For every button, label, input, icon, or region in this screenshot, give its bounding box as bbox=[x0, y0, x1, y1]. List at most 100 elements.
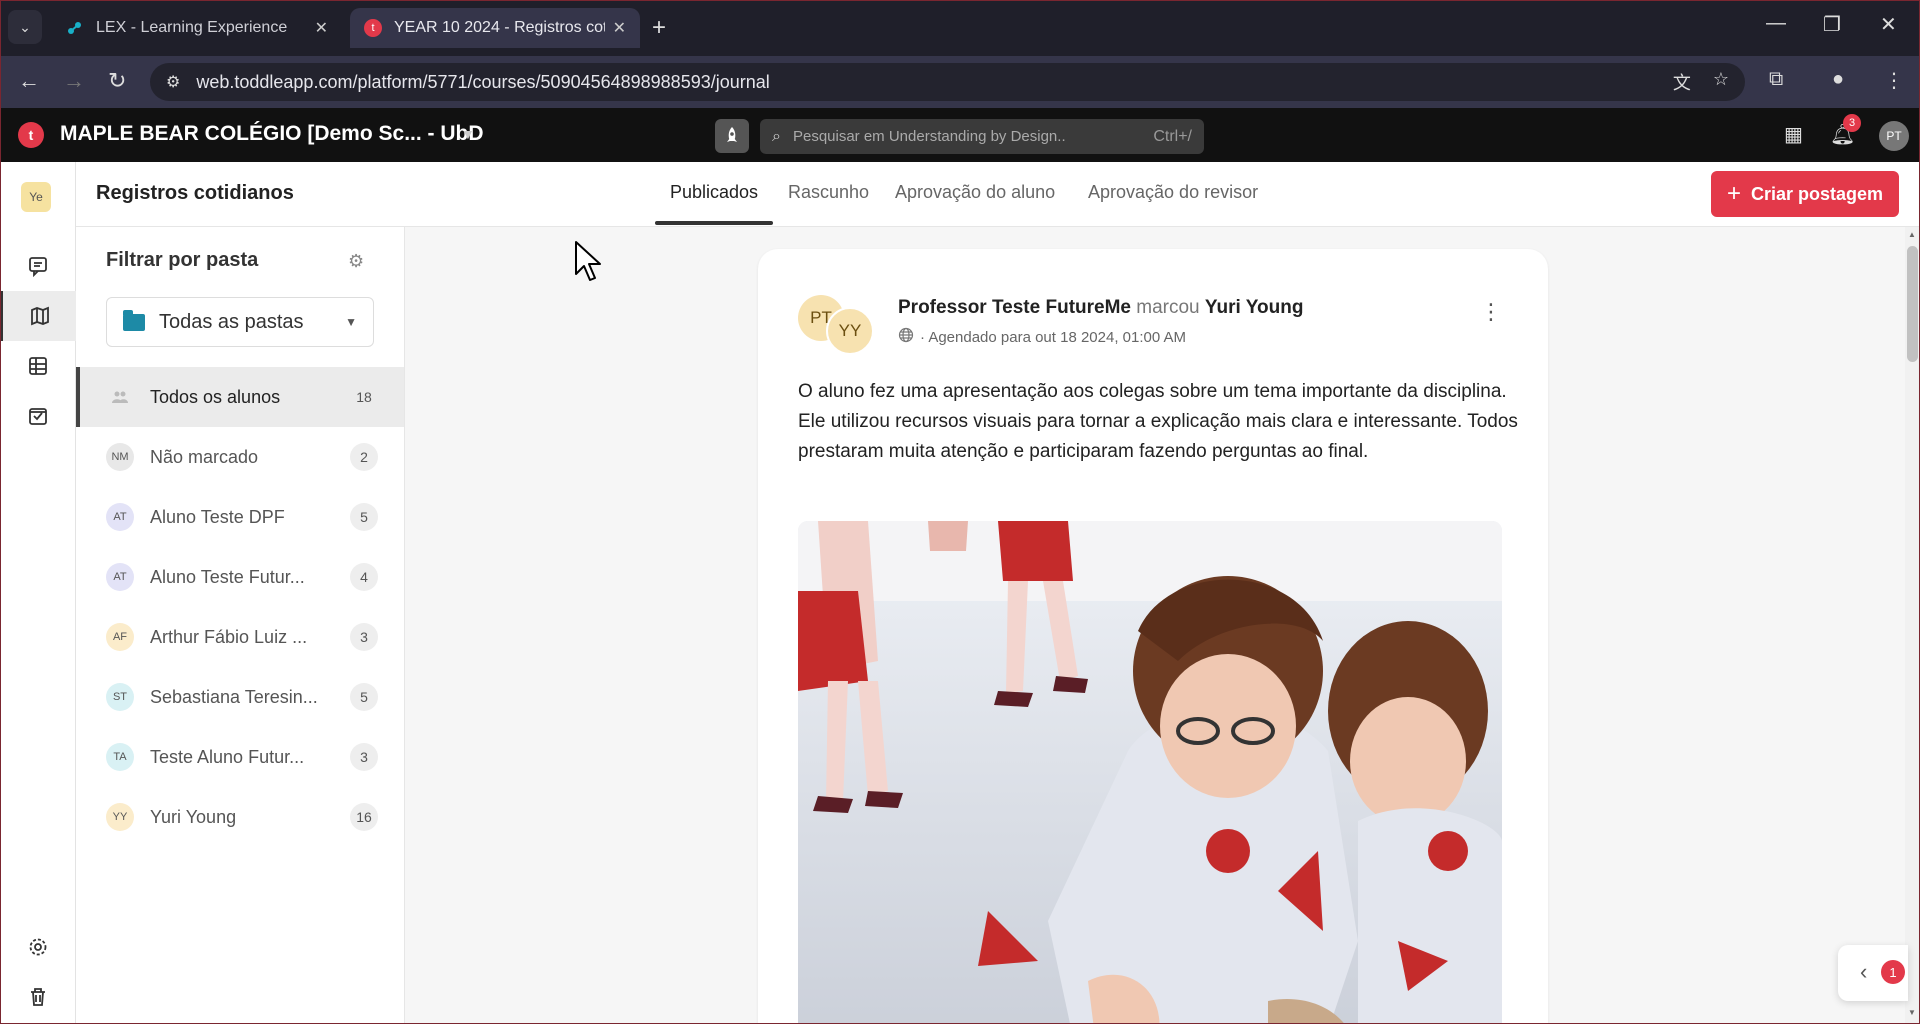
more-options-icon[interactable]: ⋮ bbox=[1480, 299, 1502, 325]
extensions-icon[interactable]: ⧉ bbox=[1769, 68, 1783, 91]
tagged-student-avatar[interactable]: YY bbox=[826, 307, 874, 355]
address-bar[interactable]: ⚙ web.toddleapp.com/platform/5771/course… bbox=[150, 63, 1745, 101]
post-text: O aluno fez uma apresentação aos colegas… bbox=[798, 381, 1518, 462]
toddle-logo[interactable]: t bbox=[18, 122, 44, 148]
close-icon[interactable]: ✕ bbox=[613, 18, 626, 38]
post-photo[interactable] bbox=[798, 521, 1502, 1024]
back-icon[interactable]: ← bbox=[18, 68, 40, 94]
scroll-down-icon[interactable]: ▼ bbox=[1908, 1008, 1916, 1017]
student-filter-item[interactable]: NM Não marcado 2 bbox=[76, 427, 404, 487]
star-icon[interactable]: ☆ bbox=[1713, 69, 1729, 95]
tab-rascunho[interactable]: Rascunho bbox=[788, 182, 869, 203]
post-count-badge: 5 bbox=[350, 683, 378, 711]
new-tab-icon[interactable]: + bbox=[652, 14, 666, 42]
student-name: Não marcado bbox=[150, 446, 259, 467]
tab-aprovacao-revisor[interactable]: Aprovação do revisor bbox=[1088, 182, 1258, 203]
site-info-icon[interactable]: ⚙ bbox=[166, 72, 180, 92]
browser-toolbar: ← → ↻ ⚙ web.toddleapp.com/platform/5771/… bbox=[0, 56, 1920, 108]
post-count-badge: 2 bbox=[350, 443, 378, 471]
reload-icon[interactable]: ↻ bbox=[108, 68, 126, 94]
post-tagged-student[interactable]: Yuri Young bbox=[1205, 297, 1304, 318]
student-filter-item[interactable]: AT Aluno Teste Futur... 4 bbox=[76, 547, 404, 607]
post-count-badge: 3 bbox=[350, 623, 378, 651]
student-filter-item[interactable]: AT Aluno Teste DPF 5 bbox=[76, 487, 404, 547]
post-count-badge: 5 bbox=[350, 503, 378, 531]
post-schedule: · Agendado para out 18 2024, 01:00 AM bbox=[920, 329, 1187, 346]
chevron-left-icon: ‹ bbox=[1860, 959, 1868, 984]
left-rail: Ye bbox=[0, 162, 76, 1024]
window-close-icon[interactable]: ✕ bbox=[1880, 12, 1897, 37]
student-avatar: ST bbox=[106, 683, 134, 711]
forward-icon[interactable]: → bbox=[63, 68, 85, 94]
tab-publicados[interactable]: Publicados bbox=[670, 182, 758, 203]
globe-icon bbox=[898, 327, 914, 348]
browser-tab-lex[interactable]: LEX - Learning Experience ✕ bbox=[52, 8, 342, 48]
app-search-input[interactable]: ⌕ Pesquisar em Understanding by Design..… bbox=[760, 119, 1204, 154]
people-icon bbox=[106, 383, 134, 411]
student-name: Aluno Teste DPF bbox=[150, 506, 285, 527]
mouse-cursor-icon bbox=[574, 240, 604, 289]
caret-down-icon: ▼ bbox=[345, 315, 357, 329]
calendar-icon[interactable]: ▦ bbox=[1784, 122, 1803, 147]
folder-filter-panel: Filtrar por pasta ⚙ Todas as pastas ▼ To… bbox=[76, 227, 405, 1024]
post-count-badge: 3 bbox=[350, 743, 378, 771]
page-title: Registros cotidianos bbox=[96, 182, 294, 204]
post-author-line: Professor Teste FutureMe marcou Yuri You… bbox=[898, 297, 1303, 319]
post-action: marcou bbox=[1136, 297, 1200, 318]
post-count-badge: 4 bbox=[350, 563, 378, 591]
student-avatar: NM bbox=[106, 443, 134, 471]
tab-aprovacao-aluno[interactable]: Aprovação do aluno bbox=[895, 182, 1055, 203]
browser-tab-strip: ⌄ LEX - Learning Experience ✕ t YEAR 10 … bbox=[0, 0, 1920, 56]
student-name: Todos os alunos bbox=[150, 386, 281, 407]
student-filter-item[interactable]: TA Teste Aluno Futur... 3 bbox=[76, 727, 404, 787]
scroll-up-icon[interactable]: ▲ bbox=[1908, 230, 1916, 239]
close-icon[interactable]: ✕ bbox=[315, 18, 328, 38]
plus-icon: + bbox=[1726, 180, 1741, 207]
lex-icon bbox=[66, 19, 84, 37]
post-author[interactable]: Professor Teste FutureMe bbox=[898, 297, 1131, 318]
student-avatar: AT bbox=[106, 503, 134, 531]
student-filter-item[interactable]: YY Yuri Young 16 bbox=[76, 787, 404, 847]
settings-icon[interactable] bbox=[0, 922, 76, 972]
rocket-icon[interactable] bbox=[715, 119, 749, 153]
course-badge[interactable]: Ye bbox=[21, 182, 51, 212]
chevron-down-icon: ⌄ bbox=[19, 18, 31, 35]
tab-search-button[interactable]: ⌄ bbox=[8, 10, 42, 44]
student-filter-item[interactable]: Todos os alunos 18 bbox=[76, 367, 404, 427]
student-name: Arthur Fábio Luiz ... bbox=[150, 626, 308, 647]
create-post-label: Criar postagem bbox=[1750, 183, 1884, 204]
tasks-icon[interactable] bbox=[0, 391, 76, 441]
caret-down-icon[interactable]: ▼ bbox=[461, 126, 475, 142]
student-avatar: YY bbox=[106, 803, 134, 831]
browser-tab-journal[interactable]: t YEAR 10 2024 - Registros cotidi ✕ bbox=[350, 8, 640, 48]
folder-value: Todas as pastas bbox=[159, 310, 304, 333]
create-post-button[interactable]: + Criar postagem bbox=[1711, 171, 1899, 217]
translate-icon[interactable]: 文 bbox=[1673, 69, 1691, 95]
gear-icon[interactable]: ⚙ bbox=[348, 251, 364, 272]
trash-icon[interactable] bbox=[0, 972, 76, 1022]
folder-icon bbox=[123, 309, 145, 331]
scrollbar-thumb[interactable] bbox=[1907, 246, 1918, 362]
student-name: Sebastiana Teresin... bbox=[150, 686, 318, 707]
student-name: Aluno Teste Futur... bbox=[150, 566, 305, 587]
student-filter-item[interactable]: ST Sebastiana Teresin... 5 bbox=[76, 667, 404, 727]
app-header: t MAPLE BEAR COLÉGIO [Demo Sc... - UbD ▼… bbox=[0, 108, 1920, 162]
student-avatar: AT bbox=[106, 563, 134, 591]
school-name[interactable]: MAPLE BEAR COLÉGIO [Demo Sc... - UbD bbox=[60, 122, 484, 146]
student-avatar: TA bbox=[106, 743, 134, 771]
tab-title: YEAR 10 2024 - Registros cotidi bbox=[394, 19, 605, 36]
tab-title: LEX - Learning Experience bbox=[96, 19, 288, 36]
table-icon[interactable] bbox=[0, 341, 76, 391]
user-avatar[interactable]: PT bbox=[1879, 121, 1909, 151]
journal-icon[interactable] bbox=[0, 291, 76, 341]
chat-icon[interactable] bbox=[0, 241, 76, 291]
folder-dropdown[interactable]: Todas as pastas ▼ bbox=[106, 297, 374, 347]
feedback-widget[interactable]: ‹ 1 bbox=[1838, 945, 1908, 1001]
minimize-icon[interactable]: — bbox=[1766, 12, 1786, 35]
more-icon[interactable]: ⋮ bbox=[1884, 68, 1904, 93]
journal-feed: PT YY Professor Teste FutureMe marcou Yu… bbox=[405, 227, 1905, 1024]
restore-icon[interactable]: ❐ bbox=[1823, 12, 1841, 37]
post-count-badge: 18 bbox=[356, 389, 372, 405]
profile-icon[interactable]: ● bbox=[1832, 68, 1844, 91]
student-filter-item[interactable]: AF Arthur Fábio Luiz ... 3 bbox=[76, 607, 404, 667]
